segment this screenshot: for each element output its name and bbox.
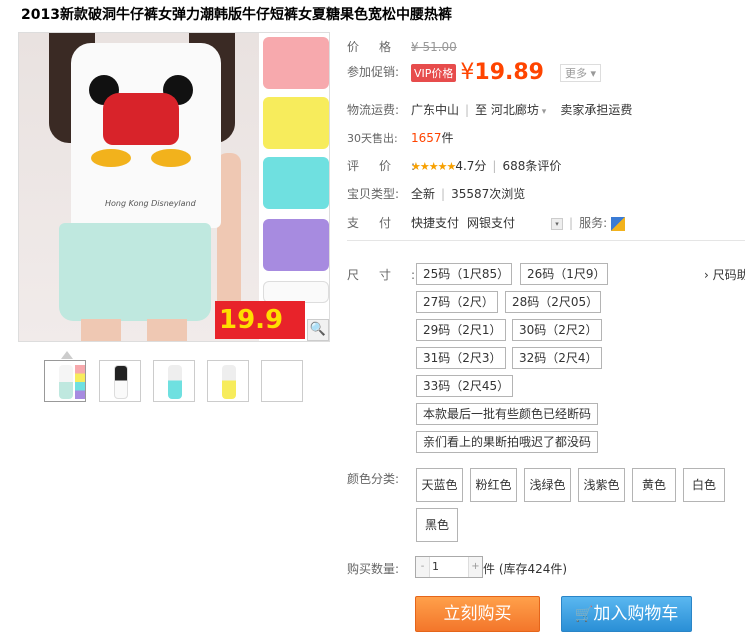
stock-info: 件 (库存424件) — [483, 562, 568, 576]
shirt-text: Hong Kong Disneyland — [105, 199, 196, 208]
size-option[interactable]: 32码（2尺4） — [512, 347, 602, 369]
service-guarantee-icon[interactable] — [611, 216, 626, 231]
thumbnail-item[interactable] — [99, 360, 141, 402]
color-option[interactable]: 黑色 — [416, 508, 458, 542]
rating-label: 评价: — [347, 159, 436, 173]
rating-row: 评价:★★★★★4.7分 | 688条评价 — [347, 159, 562, 173]
thumbnail-item[interactable] — [261, 360, 303, 402]
thumbnail-item[interactable] — [207, 360, 249, 402]
quantity-input[interactable]: 1 — [432, 557, 439, 577]
thumbnail-item[interactable] — [44, 360, 86, 402]
ship-to-dropdown[interactable]: 河北廊坊 — [491, 103, 539, 117]
ship-to-prefix: 至 — [475, 103, 488, 117]
magnifier-icon[interactable]: 🔍 — [307, 319, 329, 341]
add-to-cart-label: 加入购物车 — [593, 604, 679, 624]
shipping-fee: 卖家承担运费 — [560, 103, 633, 117]
price-row: 价格:¥ 51.00 — [347, 38, 457, 55]
payment-method: 快捷支付 — [411, 216, 460, 230]
payment-method: 网银支付 — [467, 216, 516, 230]
shipping-row: 物流运费: 广东中山 | 至 河北廊坊 ▾ 卖家承担运费 — [347, 103, 633, 117]
ship-from: 广东中山 — [411, 103, 460, 117]
size-option[interactable]: 33码（2尺45） — [416, 375, 513, 397]
size-option[interactable]: 27码（2尺） — [416, 291, 498, 313]
size-option[interactable]: 28码（2尺05） — [505, 291, 601, 313]
size-option[interactable]: 30码（2尺2） — [512, 319, 602, 341]
size-option[interactable]: 31码（2尺3） — [416, 347, 506, 369]
thumb-pointer — [61, 351, 73, 359]
size-option[interactable]: 25码（1尺85） — [416, 263, 512, 285]
shorts — [59, 223, 211, 321]
yen-symbol: ¥ — [460, 60, 475, 85]
mickey-print — [89, 71, 193, 167]
original-price: ¥ 51.00 — [411, 40, 457, 54]
size-option[interactable]: 本款最后一批有些颜色已经断码 — [416, 403, 598, 425]
color-option[interactable]: 天蓝色 — [416, 468, 463, 502]
quantity-label-row: 购买数量: — [347, 560, 411, 577]
chevron-down-icon[interactable]: ▾ — [551, 217, 564, 230]
type-label: 宝贝类型: — [347, 187, 400, 201]
quantity-stepper[interactable]: - 1 + — [415, 556, 483, 578]
color-variants-strip — [259, 33, 329, 341]
color-option[interactable]: 浅紫色 — [578, 468, 625, 502]
size-label-row: 尺寸: — [347, 266, 436, 283]
size-chart-link[interactable]: › 尺码助 — [704, 266, 745, 283]
rating-score: 4.7分 — [455, 159, 487, 173]
size-option[interactable]: 亲们看上的果断拍哦迟了都没码 — [416, 431, 598, 453]
color-label: 颜色分类: — [347, 472, 400, 486]
payment-label: 支付: — [347, 216, 436, 230]
color-option[interactable]: 粉红色 — [470, 468, 517, 502]
model-photo: Hong Kong Disneyland — [19, 33, 259, 341]
sales-unit: 件 — [441, 131, 454, 145]
reviews-link[interactable]: 688条评价 — [502, 159, 561, 173]
quantity-label: 购买数量: — [347, 562, 400, 576]
promo-badge: 19.9包 — [215, 301, 305, 339]
thumbnail-item[interactable] — [153, 360, 195, 402]
type-row: 宝贝类型: 全新 | 35587次浏览 — [347, 187, 526, 201]
view-count: 35587次浏览 — [451, 187, 526, 201]
color-option[interactable]: 白色 — [683, 468, 725, 502]
quantity-minus-button[interactable]: - — [416, 557, 430, 577]
color-option[interactable]: 浅绿色 — [524, 468, 571, 502]
payment-row: 支付:快捷支付 网银支付 ▾ | 服务: — [347, 214, 626, 231]
sales-count: 1657 — [411, 131, 442, 145]
rating-stars-icon: ★★★★★ — [411, 160, 456, 173]
quantity-plus-button[interactable]: + — [468, 557, 482, 577]
price-label: 价格: — [347, 40, 436, 54]
add-to-cart-button[interactable]: 🛒加入购物车 — [561, 596, 692, 632]
sales-row: 30天售出: 1657件 — [347, 129, 454, 146]
vip-tag: VIP价格 — [411, 63, 457, 82]
promo-row: 参加促销: VIP价格 ¥19.89 更多 ▾ — [347, 60, 602, 85]
size-option[interactable]: 26码（1尺9） — [520, 263, 608, 285]
buy-now-button[interactable]: 立刻购买 — [415, 596, 540, 632]
color-label-row: 颜色分类: — [347, 470, 411, 487]
shipping-label: 物流运费: — [347, 103, 400, 117]
cart-icon: 🛒 — [574, 605, 594, 623]
size-label: 尺寸: — [347, 268, 436, 282]
service-label: 服务: — [579, 216, 608, 230]
promo-label: 参加促销: — [347, 65, 400, 79]
color-option[interactable]: 黄色 — [632, 468, 676, 502]
divider — [347, 240, 745, 241]
sales-label: 30天售出: — [347, 132, 398, 145]
product-title: 2013新款破洞牛仔裤女弹力潮韩版牛仔短裤女夏糖果色宽松中腰热裤 — [21, 7, 452, 23]
more-promos-button[interactable]: 更多 ▾ — [560, 63, 602, 82]
type-value: 全新 — [411, 187, 436, 201]
size-option[interactable]: 29码（2尺1） — [416, 319, 506, 341]
main-product-image[interactable]: Hong Kong Disneyland 19.9包 🔍 — [18, 32, 330, 342]
promo-price: 19.89 — [474, 60, 544, 85]
